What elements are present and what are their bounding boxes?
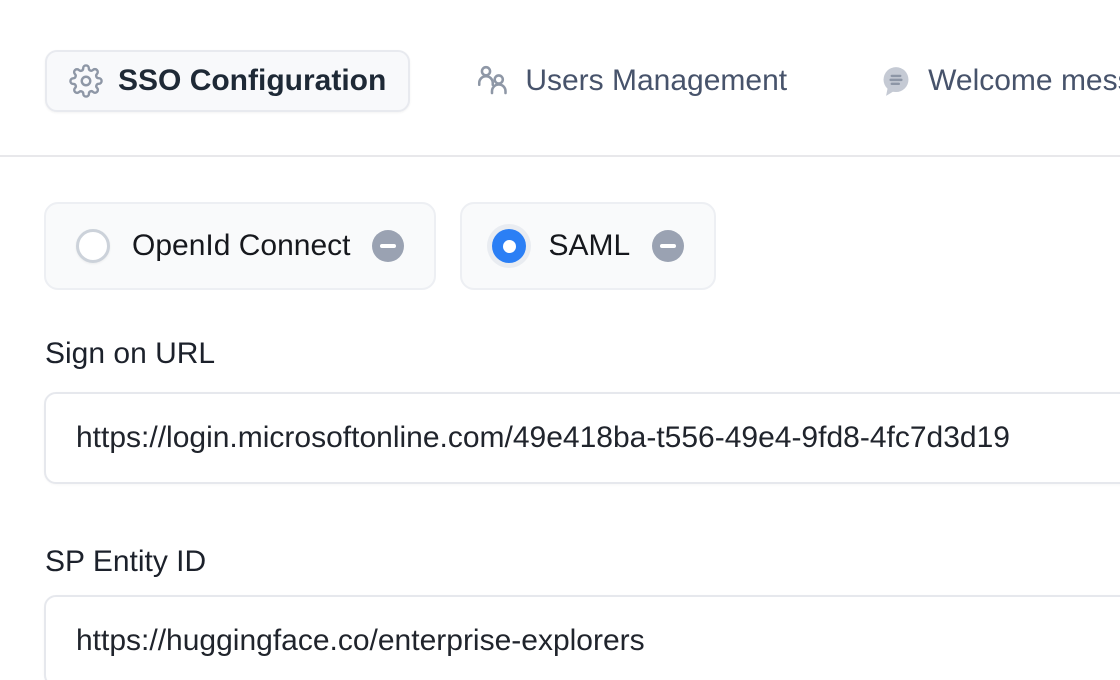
tab-welcome-message[interactable]: Welcome message bbox=[879, 64, 1120, 98]
sp-entity-id-label: SP Entity ID bbox=[45, 545, 206, 579]
message-icon bbox=[879, 64, 913, 98]
tab-sso-configuration[interactable]: SSO Configuration bbox=[45, 50, 410, 112]
users-icon bbox=[474, 63, 510, 99]
tab-label: SSO Configuration bbox=[118, 64, 386, 98]
tab-users-management[interactable]: Users Management bbox=[474, 63, 787, 99]
provider-option-openid-connect[interactable]: OpenId Connect bbox=[44, 202, 436, 290]
provider-option-saml[interactable]: SAML bbox=[460, 202, 716, 290]
section-divider bbox=[0, 155, 1120, 157]
gear-icon bbox=[69, 64, 103, 98]
provider-label: OpenId Connect bbox=[132, 229, 350, 263]
sso-provider-options: OpenId Connect SAML bbox=[44, 202, 716, 290]
minus-circle-icon[interactable] bbox=[372, 230, 404, 262]
tab-label: Users Management bbox=[525, 64, 787, 98]
sp-entity-id-input[interactable] bbox=[44, 595, 1120, 680]
settings-tab-bar: SSO Configuration Users Management bbox=[45, 50, 1120, 112]
sign-on-url-label: Sign on URL bbox=[45, 337, 215, 371]
tab-label: Welcome message bbox=[928, 64, 1120, 98]
radio-saml[interactable] bbox=[492, 229, 526, 263]
minus-circle-icon[interactable] bbox=[652, 230, 684, 262]
radio-openid-connect[interactable] bbox=[76, 229, 110, 263]
sign-on-url-input[interactable] bbox=[44, 392, 1120, 484]
provider-label: SAML bbox=[548, 229, 630, 263]
sso-settings-page: SSO Configuration Users Management bbox=[0, 0, 1120, 680]
